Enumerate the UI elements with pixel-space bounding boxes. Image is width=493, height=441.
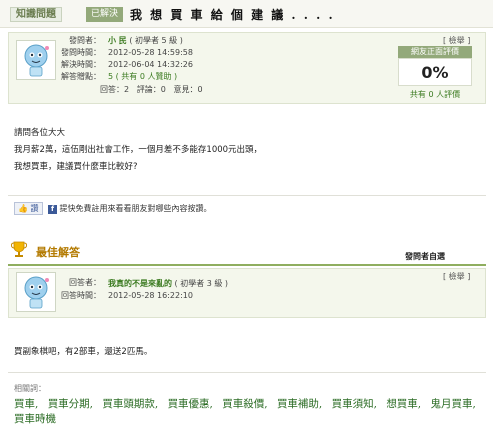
rating-value: 0% [398,58,472,86]
rating-footer: 共有 0 人評價 [409,90,461,99]
meta-label: 回答時間： [61,291,101,300]
related-link[interactable]: 買車優惠, [168,398,213,410]
related-link[interactable]: 買車殺價, [222,398,267,410]
related-link[interactable]: 買車頭期款, [102,398,158,410]
related-link[interactable]: 買車補助, [277,398,322,410]
meta-label: 回答者： [69,278,101,287]
facebook-note: f 提快免費註用來看看朋友對哪些內容按讚。 [48,203,212,214]
best-answer-divider [8,264,486,266]
related-terms-label: 相關詞： [14,384,46,393]
answerer-row: 回答者： 我真的不是來亂的 ( 初學者 3 級 ) [0,278,493,288]
facebook-icon: f [48,205,57,214]
comments-count: 0 [160,85,166,94]
facebook-note-text[interactable]: 提快免費註用來看看朋友對哪些內容按讚。 [60,204,212,213]
comments-label: 評論： [136,85,161,94]
meta-label: 發問時間： [61,48,101,57]
meta-label: 發問者： [69,36,101,45]
answerer-level: ( 初學者 3 級 ) [174,279,229,288]
asker-pick-label: 發問者自選 [405,252,445,261]
related-link[interactable]: 想買車, [386,398,421,410]
answerer-name-link[interactable]: 我真的不是來亂的 [108,278,172,288]
divider [8,372,486,373]
divider [8,195,486,196]
meta-value-wrap: 小 民 ( 初學者 5 級 ) [108,36,183,46]
meta-row-stats: 回答：2 評論：0 意見：0 [100,85,340,95]
reward-points: 5 ( 共有 0 人贊助 ) [108,72,178,81]
facebook-like-button[interactable]: 👍 讚 [14,202,43,215]
answer-time-row: 回答時間： 2012-05-28 16:22:10 [0,291,493,301]
opinions-label: 意見： [173,85,198,94]
trophy-icon [10,241,28,257]
best-answer-text: 買副象棋吧，有2部車，還送2匹馬。 [14,347,153,357]
meta-row-asker: 發問者： 小 民 ( 初學者 5 級 ) [0,36,493,46]
answer-time: 2012-05-28 16:22:10 [108,291,193,300]
related-link[interactable]: 買車須知, [332,398,377,410]
thumbs-up-icon: 👍 [18,204,28,213]
meta-label: 解答贈點： [61,72,101,81]
related-link[interactable]: 買車, [14,398,38,410]
report-answer-link[interactable]: [ 檢舉 ] [440,271,473,282]
answers-count: 2 [124,85,130,94]
opinions-count: 0 [197,85,203,94]
rating-panel: 網友正面評價 0% 共有 0 人評價 [398,46,472,100]
question-line-1: 請問各位大大 [14,128,66,138]
question-line-2: 我月薪2萬，這伍剛出社會工作，一個月差不多能存1000元出頭， [14,145,263,155]
related-link[interactable]: 買車時機 [14,413,56,425]
report-question-link[interactable]: [ 檢舉 ] [440,35,473,46]
answers-label: 回答： [100,85,124,94]
meta-label: 解決時間： [61,60,101,69]
asker-name-link[interactable]: 小 民 [108,36,127,45]
rating-title: 網友正面評價 [398,46,472,58]
answerer-wrap: 我真的不是來亂的 ( 初學者 3 級 ) [108,278,228,289]
resolved-time: 2012-06-04 14:32:26 [108,60,193,69]
related-terms-list: 買車, 買車分期, 買車頭期款, 買車優惠, 買車殺價, 買車補助, 買車須知,… [14,397,484,427]
question-line-3: 我想買車，建議買什麼車比較好? [14,162,138,172]
related-link[interactable]: 鬼月買車, [431,398,476,410]
category-tag[interactable]: 知識問題 [10,7,62,22]
question-title: 我 想 買 車 給 個 建 議 . . . . [130,8,335,22]
asked-time: 2012-05-28 14:59:58 [108,48,193,57]
status-badge: 已解決 [86,7,124,22]
related-link[interactable]: 買車分期, [48,398,93,410]
best-answer-title: 最佳解答 [36,246,80,259]
like-label: 讚 [30,204,39,213]
asker-level: ( 初學者 5 級 ) [129,36,183,45]
